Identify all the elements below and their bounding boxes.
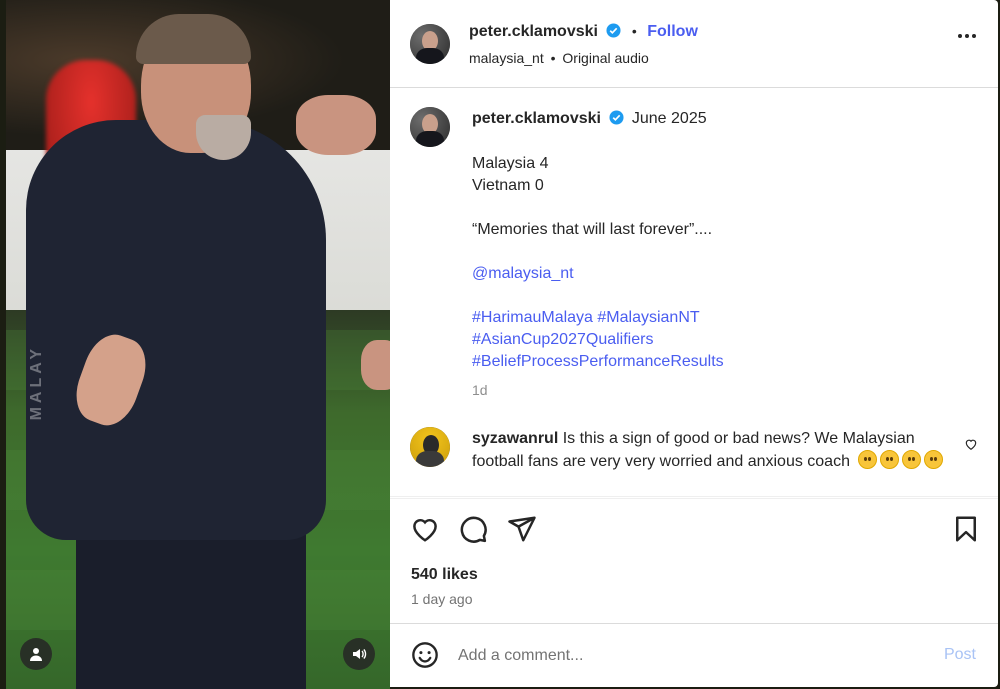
header-title-row: peter.cklamovski • Follow — [469, 23, 698, 41]
author-avatar[interactable] — [410, 24, 450, 64]
caption-line — [472, 241, 724, 263]
tagged-people-button[interactable] — [20, 638, 52, 670]
mention-link[interactable]: @malaysia_nt — [472, 263, 724, 285]
post-comment-button[interactable]: Post — [944, 646, 976, 664]
emoji-icon — [858, 450, 878, 469]
caption-line: Vietnam 0 — [472, 177, 544, 194]
more-options-button[interactable] — [958, 34, 976, 38]
commenter-username[interactable]: syzawanrul — [472, 430, 558, 447]
coach-hand — [361, 340, 390, 390]
video-watermark: MALAY — [28, 345, 45, 421]
caption-text: Malaysia 4 Vietnam 0 “Memories that will… — [472, 153, 724, 401]
like-heart-icon[interactable] — [410, 514, 440, 544]
coach-jacket — [26, 120, 326, 540]
post-time[interactable]: 1 day ago — [411, 591, 473, 607]
header-subtitle: malaysia_nt • Original audio — [469, 50, 649, 66]
comment-input[interactable] — [458, 644, 918, 668]
separator-dot: • — [550, 50, 556, 66]
caption-line: Malaysia 4 — [472, 155, 549, 172]
share-icon[interactable] — [507, 514, 537, 544]
separator-dot: • — [631, 23, 637, 39]
verified-badge-icon — [606, 23, 621, 38]
caption-author-avatar[interactable] — [410, 107, 450, 147]
reel-video[interactable]: MALAY — [6, 0, 390, 689]
add-comment-bar: Post — [390, 623, 998, 687]
save-bookmark-icon[interactable] — [951, 514, 981, 544]
caption-date: June 2025 — [631, 110, 707, 127]
comment-body: syzawanrul Is this a sign of good or bad… — [472, 427, 952, 473]
person-icon — [30, 648, 42, 661]
caption-age[interactable]: 1d — [472, 379, 724, 401]
commenter-avatar[interactable] — [410, 427, 450, 467]
hashtag-link[interactable]: #HarimauMalaya #MalaysianNT — [472, 307, 724, 329]
author-username[interactable]: peter.cklamovski — [469, 23, 598, 40]
follow-button[interactable]: Follow — [647, 23, 698, 40]
post-side-panel: peter.cklamovski • Follow malaysia_nt • … — [390, 0, 998, 687]
audio-link[interactable]: Original audio — [562, 50, 648, 66]
caption-line — [472, 285, 724, 307]
other-hand — [296, 95, 376, 155]
verified-badge-icon — [609, 110, 624, 125]
hashtag-link[interactable]: #BeliefProcessPerformanceResults — [472, 351, 724, 373]
caption-username[interactable]: peter.cklamovski — [472, 110, 601, 127]
post-header: peter.cklamovski • Follow malaysia_nt • … — [390, 0, 998, 88]
action-bar: 540 likes 1 day ago — [390, 498, 998, 622]
collab-account-link[interactable]: malaysia_nt — [469, 50, 544, 66]
caption-title-row: peter.cklamovski June 2025 — [472, 110, 707, 128]
like-comment-heart-icon[interactable] — [964, 437, 978, 451]
caption-line — [472, 197, 724, 219]
hashtag-link[interactable]: #AsianCup2027Qualifiers — [472, 329, 724, 351]
speaker-icon — [353, 649, 367, 659]
comment-icon[interactable] — [458, 514, 488, 544]
caption-section: peter.cklamovski June 2025 Malaysia 4 Vi… — [390, 89, 998, 497]
mute-toggle-button[interactable] — [343, 638, 375, 670]
likes-count[interactable]: 540 likes — [411, 566, 478, 584]
emoji-icon — [924, 450, 944, 469]
more-icon — [958, 34, 962, 38]
emoji-icon — [880, 450, 900, 469]
emoji-picker-icon[interactable] — [411, 641, 439, 669]
coach-hair — [136, 14, 251, 64]
emoji-icon — [902, 450, 922, 469]
post-modal: MALAY peter.cklamovski • Follow malaysia… — [0, 0, 1000, 689]
caption-line: “Memories that will last forever”.... — [472, 221, 713, 238]
